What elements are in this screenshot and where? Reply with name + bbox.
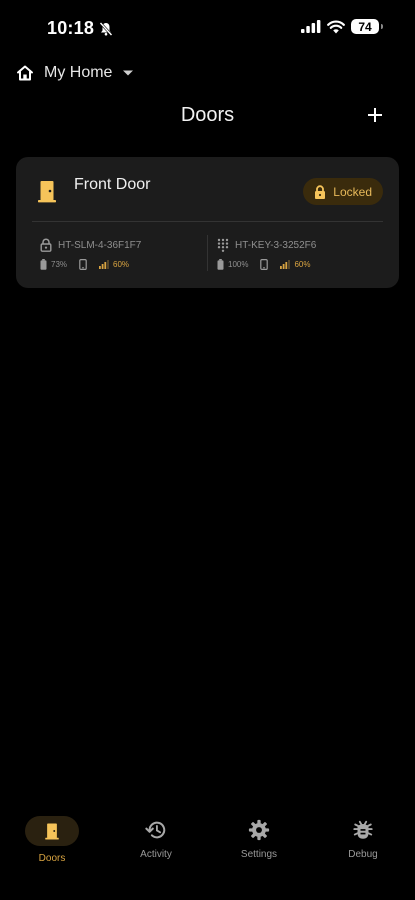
door-icon	[38, 181, 56, 203]
status-icons: 74	[301, 19, 383, 34]
gear-icon	[248, 819, 270, 841]
phone-icon	[79, 258, 87, 270]
plus-icon	[368, 108, 382, 122]
door-card[interactable]: Front Door Locked HT-SLM-4-36F1F7 73% 60…	[16, 157, 399, 288]
tab-label: Debug	[348, 849, 378, 860]
door-icon-container	[35, 179, 59, 208]
status-time: 10:18	[47, 18, 114, 39]
phone-icon	[260, 258, 269, 270]
lock-status-badge[interactable]: Locked	[303, 178, 383, 205]
battery-icon	[217, 258, 224, 270]
signal-strength-icon	[280, 259, 291, 269]
tab-label: Doors	[38, 853, 66, 864]
smart-lock-device: HT-SLM-4-36F1F7 73% 60%	[40, 237, 141, 271]
tab-activity[interactable]: Activity	[116, 814, 196, 860]
lock-outline-icon	[40, 238, 52, 252]
lock-battery-level: 73%	[51, 259, 68, 269]
door-icon	[45, 823, 59, 840]
keypad-icon	[217, 238, 229, 252]
tab-label: Activity	[140, 849, 172, 860]
lock-device-id: HT-SLM-4-36F1F7	[58, 239, 142, 251]
battery-indicator: 74	[351, 19, 383, 34]
status-bar: 10:18 74	[0, 0, 415, 56]
bug-icon	[353, 820, 373, 839]
bottom-tab-bar: Doors Activity Settings Debug	[0, 800, 415, 900]
lock-icon	[315, 184, 326, 199]
caret-down-icon	[123, 70, 134, 76]
tab-active-indicator	[25, 816, 79, 846]
page-title: Doors	[180, 104, 235, 126]
cellular-signal-icon	[301, 20, 321, 33]
keypad-device-id: HT-KEY-3-3252F6	[235, 239, 317, 251]
tab-label: Settings	[240, 849, 278, 860]
history-icon	[145, 821, 166, 839]
battery-icon	[40, 258, 47, 270]
bell-muted-icon	[99, 21, 113, 36]
tab-debug[interactable]: Debug	[323, 814, 403, 860]
lock-status-text: Locked	[333, 184, 372, 199]
tab-doors[interactable]: Doors	[12, 816, 92, 864]
device-separator	[207, 235, 208, 271]
door-name: Front Door	[74, 176, 151, 193]
keypad-signal-level: 60%	[294, 259, 311, 269]
battery-level: 74	[358, 19, 372, 34]
wifi-icon	[327, 20, 345, 33]
home-icon	[17, 65, 33, 81]
clock: 10:18	[47, 18, 95, 38]
lock-signal-level: 60%	[113, 259, 130, 269]
card-divider	[32, 221, 383, 222]
home-selector[interactable]: My Home	[16, 62, 134, 84]
tab-settings[interactable]: Settings	[219, 814, 299, 860]
keypad-battery-level: 100%	[228, 259, 249, 269]
signal-strength-icon	[99, 259, 109, 269]
home-name: My Home	[44, 64, 113, 81]
add-door-button[interactable]	[365, 105, 385, 125]
keypad-device: HT-KEY-3-3252F6 100% 60%	[217, 237, 316, 271]
